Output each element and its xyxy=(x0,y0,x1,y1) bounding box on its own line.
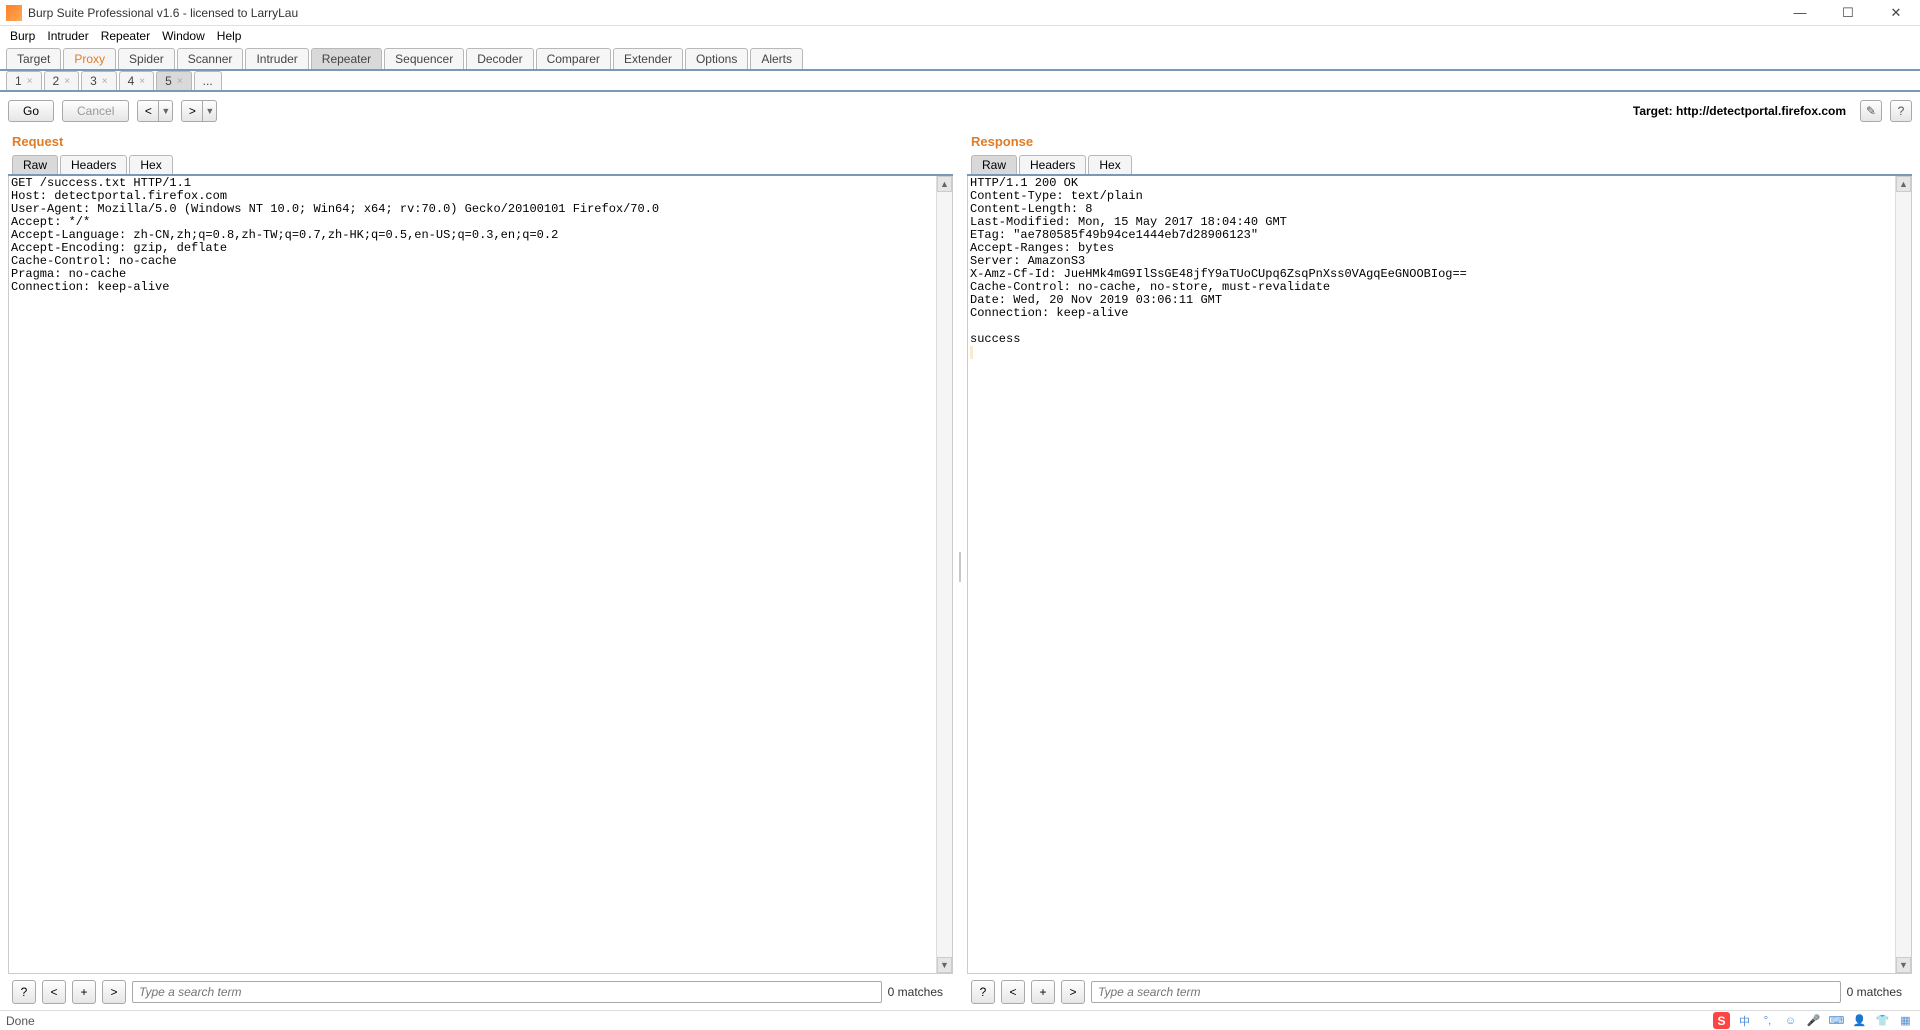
edit-target-button[interactable]: ✎ xyxy=(1860,100,1882,122)
scrollbar[interactable]: ▲ ▼ xyxy=(1895,176,1911,973)
search-prev-button[interactable]: < xyxy=(42,980,66,1004)
tab-sequencer[interactable]: Sequencer xyxy=(384,48,464,69)
status-bar: Done S 中 °, ☺ 🎤 ⌨ 👤 👕 ▦ xyxy=(0,1010,1920,1030)
repeater-tab-more[interactable]: ... xyxy=(194,71,222,90)
pane-splitter[interactable] xyxy=(957,130,963,1010)
tab-target[interactable]: Target xyxy=(6,48,61,69)
cancel-button[interactable]: Cancel xyxy=(62,100,129,122)
close-icon[interactable]: × xyxy=(177,76,183,87)
search-next-button[interactable]: > xyxy=(102,980,126,1004)
menu-help[interactable]: Help xyxy=(213,28,246,44)
tray-user-icon[interactable]: 👤 xyxy=(1851,1012,1868,1029)
ime-icon[interactable]: S xyxy=(1713,1012,1730,1029)
tab-options[interactable]: Options xyxy=(685,48,748,69)
ime-lang-icon[interactable]: 中 xyxy=(1736,1012,1753,1029)
history-back-dropdown[interactable]: ▼ xyxy=(159,100,173,122)
tab-scanner[interactable]: Scanner xyxy=(177,48,244,69)
repeater-tab-4[interactable]: 4× xyxy=(119,71,155,90)
tab-decoder[interactable]: Decoder xyxy=(466,48,533,69)
menu-burp[interactable]: Burp xyxy=(6,28,39,44)
history-forward-dropdown[interactable]: ▼ xyxy=(203,100,217,122)
close-button[interactable]: ✕ xyxy=(1882,3,1910,23)
window-title: Burp Suite Professional v1.6 - licensed … xyxy=(28,6,298,20)
request-search-input[interactable] xyxy=(132,981,882,1003)
request-pane: Request Raw Headers Hex GET /success.txt… xyxy=(4,130,957,1010)
status-text: Done xyxy=(6,1014,35,1028)
tray-smile-icon[interactable]: ☺ xyxy=(1782,1012,1799,1029)
repeater-tabs: 1× 2× 3× 4× 5× ... xyxy=(0,71,1920,92)
repeater-tab-2[interactable]: 2× xyxy=(44,71,80,90)
main-split: Request Raw Headers Hex GET /success.txt… xyxy=(0,130,1920,1010)
repeater-tab-1[interactable]: 1× xyxy=(6,71,42,90)
scroll-up-icon[interactable]: ▲ xyxy=(1896,176,1911,192)
request-matches: 0 matches xyxy=(888,985,949,999)
response-tab-raw[interactable]: Raw xyxy=(971,155,1017,174)
tab-extender[interactable]: Extender xyxy=(613,48,683,69)
request-title: Request xyxy=(8,130,953,155)
close-icon[interactable]: × xyxy=(102,76,108,87)
tab-spider[interactable]: Spider xyxy=(118,48,175,69)
request-tab-hex[interactable]: Hex xyxy=(129,155,172,174)
tab-comparer[interactable]: Comparer xyxy=(536,48,611,69)
scroll-down-icon[interactable]: ▼ xyxy=(1896,957,1911,973)
menu-repeater[interactable]: Repeater xyxy=(97,28,154,44)
response-tab-headers[interactable]: Headers xyxy=(1019,155,1086,174)
history-forward-button[interactable]: > xyxy=(181,100,203,122)
tray-keyboard-icon[interactable]: ⌨ xyxy=(1828,1012,1845,1029)
app-icon xyxy=(6,5,22,21)
response-data-tabs: Raw Headers Hex xyxy=(967,155,1912,176)
minimize-button[interactable]: — xyxy=(1786,3,1814,23)
menu-intruder[interactable]: Intruder xyxy=(43,28,92,44)
menu-bar: Burp Intruder Repeater Window Help xyxy=(0,26,1920,46)
request-tab-raw[interactable]: Raw xyxy=(12,155,58,174)
response-pane: Response Raw Headers Hex HTTP/1.1 200 OK… xyxy=(963,130,1916,1010)
tab-alerts[interactable]: Alerts xyxy=(750,48,803,69)
tray-mic-icon[interactable]: 🎤 xyxy=(1805,1012,1822,1029)
close-icon[interactable]: × xyxy=(64,76,70,87)
tray-grid-icon[interactable]: ▦ xyxy=(1897,1012,1914,1029)
request-tab-headers[interactable]: Headers xyxy=(60,155,127,174)
request-search-row: ? < + > 0 matches xyxy=(8,974,953,1010)
search-prev-button[interactable]: < xyxy=(1001,980,1025,1004)
window-titlebar: Burp Suite Professional v1.6 - licensed … xyxy=(0,0,1920,26)
request-editor[interactable]: GET /success.txt HTTP/1.1 Host: detectpo… xyxy=(9,176,952,973)
tab-intruder[interactable]: Intruder xyxy=(245,48,308,69)
close-icon[interactable]: × xyxy=(27,76,33,87)
tab-repeater[interactable]: Repeater xyxy=(311,48,382,69)
tray-shirt-icon[interactable]: 👕 xyxy=(1874,1012,1891,1029)
tool-tabs: Target Proxy Spider Scanner Intruder Rep… xyxy=(0,48,1920,71)
response-tab-hex[interactable]: Hex xyxy=(1088,155,1131,174)
search-add-button[interactable]: + xyxy=(1031,980,1055,1004)
tab-proxy[interactable]: Proxy xyxy=(63,48,116,69)
response-title: Response xyxy=(967,130,1912,155)
search-help-button[interactable]: ? xyxy=(971,980,995,1004)
request-data-tabs: Raw Headers Hex xyxy=(8,155,953,176)
response-editor[interactable]: HTTP/1.1 200 OK Content-Type: text/plain… xyxy=(968,176,1911,973)
scrollbar[interactable]: ▲ ▼ xyxy=(936,176,952,973)
scroll-up-icon[interactable]: ▲ xyxy=(937,176,952,192)
response-search-input[interactable] xyxy=(1091,981,1841,1003)
repeater-tab-5[interactable]: 5× xyxy=(156,71,192,90)
go-button[interactable]: Go xyxy=(8,100,54,122)
search-next-button[interactable]: > xyxy=(1061,980,1085,1004)
response-search-row: ? < + > 0 matches xyxy=(967,974,1912,1010)
system-tray: S 中 °, ☺ 🎤 ⌨ 👤 👕 ▦ xyxy=(1713,1012,1914,1029)
target-label: Target: http://detectportal.firefox.com xyxy=(1633,104,1846,118)
scroll-down-icon[interactable]: ▼ xyxy=(937,957,952,973)
search-add-button[interactable]: + xyxy=(72,980,96,1004)
response-matches: 0 matches xyxy=(1847,985,1908,999)
help-button[interactable]: ? xyxy=(1890,100,1912,122)
repeater-tab-3[interactable]: 3× xyxy=(81,71,117,90)
history-back-button[interactable]: < xyxy=(137,100,159,122)
search-help-button[interactable]: ? xyxy=(12,980,36,1004)
close-icon[interactable]: × xyxy=(139,76,145,87)
tray-punct-icon[interactable]: °, xyxy=(1759,1012,1776,1029)
maximize-button[interactable]: ☐ xyxy=(1834,3,1862,23)
action-row: Go Cancel < ▼ > ▼ Target: http://detectp… xyxy=(0,92,1920,130)
menu-window[interactable]: Window xyxy=(158,28,209,44)
